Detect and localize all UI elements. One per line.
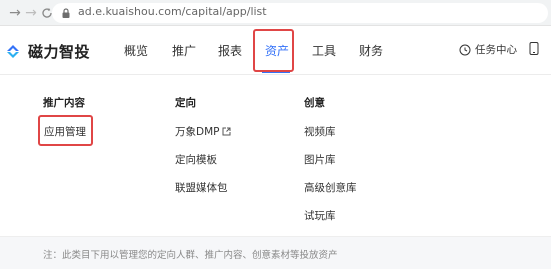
note-bar: 注：此类目下用以管理您的定向人群、推广内容、创意素材等投放资产: [0, 236, 551, 269]
task-center-label: 任务中心: [475, 44, 517, 56]
nav-item-finance[interactable]: 财务: [359, 42, 383, 59]
address-bar[interactable]: ad.e.kuaishou.com/capital/app/list: [52, 3, 548, 23]
link-advanced-creative-library[interactable]: 高级创意库: [304, 180, 357, 195]
nav-item-overview[interactable]: 概览: [124, 42, 148, 59]
url-text[interactable]: ad.e.kuaishou.com/capital/app/list: [78, 5, 267, 18]
link-targeting-template[interactable]: 定向模板: [175, 152, 217, 167]
link-playable-library[interactable]: 试玩库: [304, 208, 336, 223]
highlight-box-app-management: [38, 115, 93, 146]
link-alliance-media-pack[interactable]: 联盟媒体包: [175, 180, 228, 195]
link-image-library[interactable]: 图片库: [304, 152, 336, 167]
note-text: 注：此类目下用以管理您的定向人群、推广内容、创意素材等投放资产: [43, 250, 338, 261]
lock-icon: [62, 8, 70, 18]
highlight-box-assets: [253, 29, 294, 72]
link-video-library[interactable]: 视频库: [304, 124, 336, 139]
app-header: 磁力智投 概览 推广 报表 资产 工具 财务 任务中心: [0, 27, 551, 75]
browser-toolbar: → → ad.e.kuaishou.com/capital/app/list: [0, 0, 551, 26]
column-title-creative: 创意: [304, 97, 325, 109]
brand-name: 磁力智投: [28, 42, 91, 61]
external-link-icon: [222, 127, 231, 136]
column-title-promo-content: 推广内容: [43, 97, 85, 109]
task-center-button[interactable]: 任务中心: [459, 42, 517, 57]
nav-item-reports[interactable]: 报表: [218, 42, 242, 59]
mobile-phone-icon[interactable]: [529, 42, 539, 55]
column-title-targeting: 定向: [175, 97, 196, 109]
nav-item-promotion[interactable]: 推广: [172, 42, 196, 59]
link-wanxiang-dmp[interactable]: 万象DMP: [175, 124, 231, 139]
task-center-icon: [459, 44, 471, 55]
link-wanxiang-dmp-label: 万象DMP: [175, 126, 220, 138]
brand-logo[interactable]: 磁力智投: [4, 40, 90, 62]
magnet-logo-icon: [7, 45, 19, 58]
nav-item-tools[interactable]: 工具: [312, 42, 336, 59]
